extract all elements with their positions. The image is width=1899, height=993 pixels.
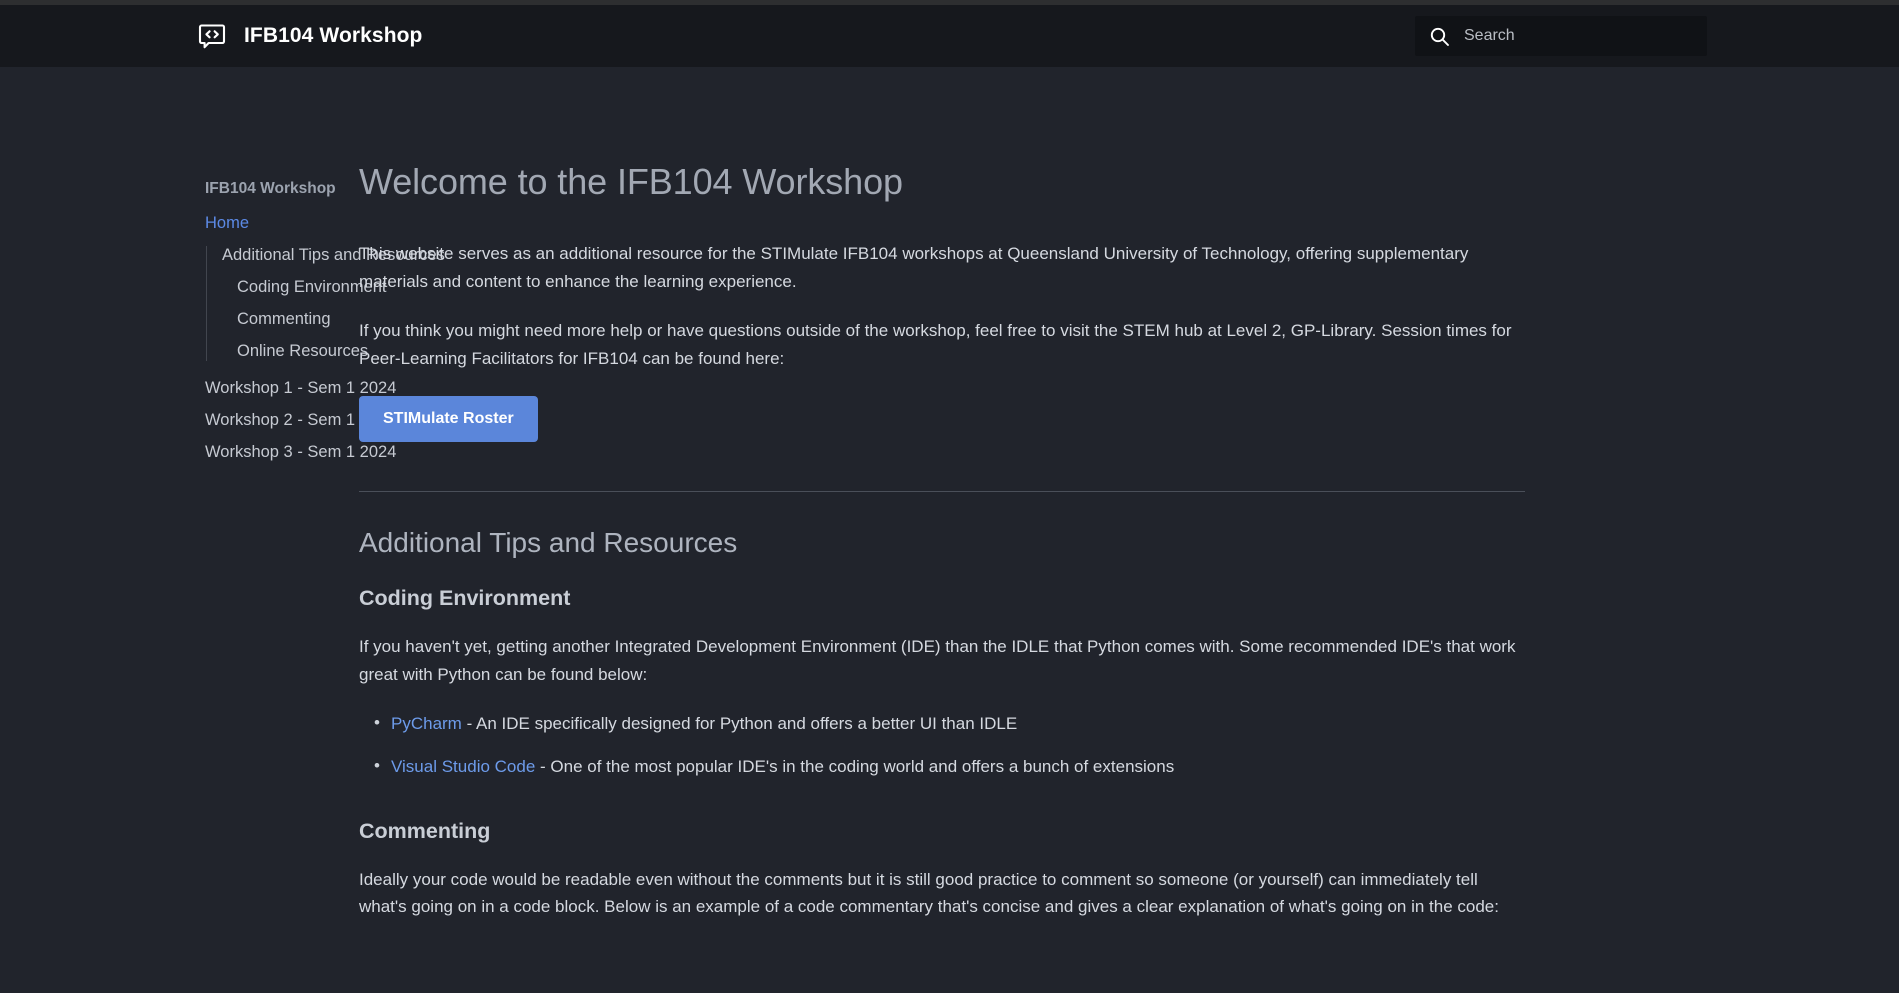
section-divider bbox=[359, 491, 1525, 493]
search-input[interactable] bbox=[1464, 27, 1693, 45]
code-speech-bubble-icon bbox=[196, 20, 228, 52]
pycharm-description: - An IDE specifically designed for Pytho… bbox=[461, 714, 1018, 734]
commenting-paragraph: Ideally your code would be readable even… bbox=[359, 869, 1499, 917]
brand-title: IFB104 Workshop bbox=[244, 24, 423, 47]
brand[interactable]: IFB104 Workshop bbox=[196, 20, 422, 52]
sidebar-nav: IFB104 Workshop Home Additional Tips and… bbox=[0, 67, 445, 475]
sidebar-item-workshop-2[interactable]: Workshop 2 - Sem 1 2024 bbox=[205, 411, 396, 430]
visual-studio-code-description: - One of the most popular IDE's in the c… bbox=[535, 757, 1175, 777]
coding-environment-paragraph: If you haven't yet, getting another Inte… bbox=[359, 637, 1516, 684]
site-header: IFB104 Workshop bbox=[0, 5, 1899, 67]
list-item: PyCharm - An IDE specifically designed f… bbox=[359, 709, 1569, 737]
section-heading-additional-tips: Additional Tips and Resources bbox=[359, 527, 738, 559]
pycharm-link[interactable]: PyCharm bbox=[391, 714, 462, 733]
search-icon bbox=[1429, 26, 1450, 47]
sidebar-title: IFB104 Workshop bbox=[205, 180, 336, 197]
stimulate-roster-button[interactable]: STIMulate Roster bbox=[359, 396, 538, 443]
page-title: Welcome to the IFB104 Workshop bbox=[359, 161, 903, 202]
sidebar-item-workshop-3[interactable]: Workshop 3 - Sem 1 2024 bbox=[205, 443, 396, 462]
intro-paragraph-1: This website serves as an additional res… bbox=[359, 244, 1469, 291]
subsection-heading-commenting: Commenting bbox=[359, 818, 491, 843]
sidebar-item-online-resources[interactable]: Online Resources bbox=[237, 342, 368, 361]
sidebar-item-commenting[interactable]: Commenting bbox=[237, 310, 331, 329]
main-content: Welcome to the IFB104 Workshop This webs… bbox=[300, 67, 1569, 943]
list-item: Visual Studio Code - One of the most pop… bbox=[359, 752, 1569, 780]
sidebar-item-additional-tips-and-resources[interactable]: Additional Tips and Resources bbox=[222, 246, 445, 265]
sidebar-group-additional-tips: Additional Tips and Resources Coding Env… bbox=[206, 246, 445, 361]
sidebar-item-coding-environment[interactable]: Coding Environment bbox=[237, 278, 387, 297]
search-box[interactable] bbox=[1415, 16, 1707, 56]
sidebar-subitems: Coding Environment Commenting Online Res… bbox=[222, 278, 387, 361]
page-body: IFB104 Workshop Home Additional Tips and… bbox=[0, 67, 1899, 993]
intro-paragraph-2: If you think you might need more help or… bbox=[359, 321, 1512, 368]
sidebar-item-workshop-1[interactable]: Workshop 1 - Sem 1 2024 bbox=[205, 379, 396, 398]
ide-list: PyCharm - An IDE specifically designed f… bbox=[359, 709, 1569, 780]
visual-studio-code-link[interactable]: Visual Studio Code bbox=[391, 757, 535, 776]
sidebar-item-home[interactable]: Home bbox=[205, 214, 300, 233]
subsection-heading-coding-environment: Coding Environment bbox=[359, 586, 571, 611]
